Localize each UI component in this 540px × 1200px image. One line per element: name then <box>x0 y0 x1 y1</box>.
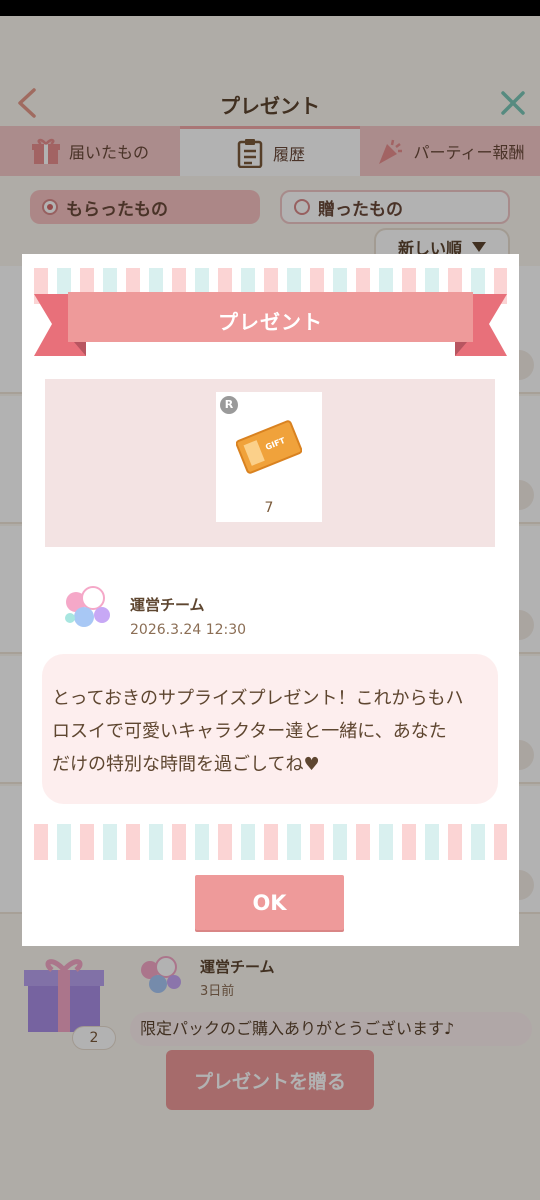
item-count: 7 <box>264 500 274 516</box>
message-line: だけの特別な時間を過ごしてね♥ <box>52 754 320 775</box>
stripe-decoration-bottom <box>34 824 507 860</box>
sent-time: 2026.3.24 12:30 <box>130 622 247 638</box>
sender-name: 運営チーム <box>130 596 205 614</box>
item-card[interactable]: R GIFT 7 <box>216 392 322 522</box>
rarity-badge: R <box>220 396 238 414</box>
status-bar <box>0 0 540 16</box>
message-box: とっておきのサプライズプレゼント！これからもハ ロスイで可愛いキャラクター達と一… <box>42 654 498 804</box>
message-line: ロスイで可愛いキャラクター達と一緒に、あなた <box>52 721 447 742</box>
message-line: とっておきのサプライズプレゼント！これからもハ <box>52 688 464 709</box>
item-area: R GIFT 7 <box>45 379 495 547</box>
ok-button[interactable]: OK <box>195 875 344 930</box>
present-detail-modal: プレゼント R GIFT 7 運営チーム 2026.3.24 12:30 とって… <box>22 254 519 946</box>
gift-ticket-icon: GIFT <box>236 420 302 474</box>
team-avatar-icon <box>65 586 110 627</box>
modal-title: プレゼント <box>218 310 323 334</box>
